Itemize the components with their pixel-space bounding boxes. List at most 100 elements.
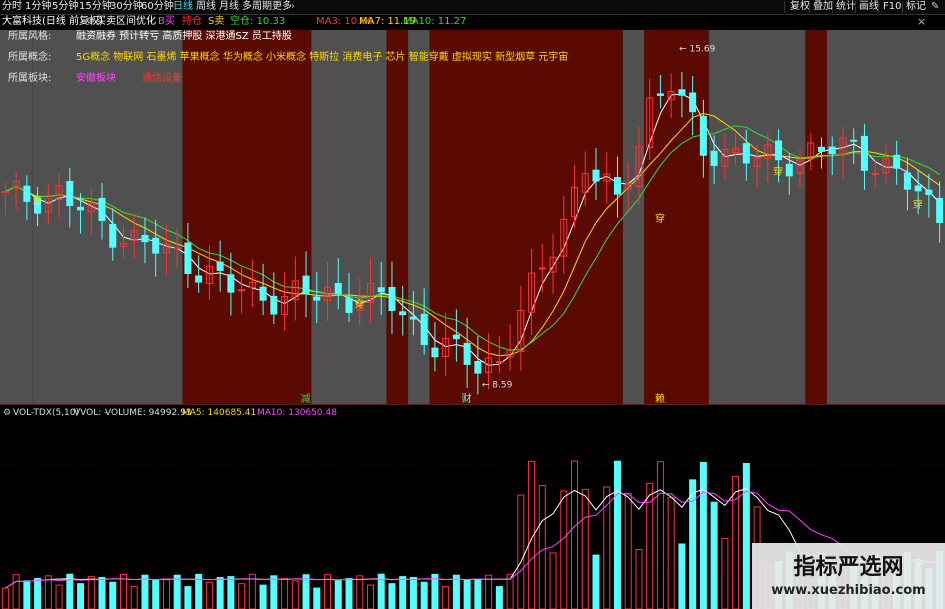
empty-position-label: 空仓: 10.33	[230, 16, 286, 27]
candle-body	[98, 197, 106, 221]
candle-body	[377, 287, 385, 293]
candle-body	[538, 267, 546, 270]
style-label: 所属风格:	[8, 31, 52, 42]
volume-bar	[474, 579, 482, 609]
zone-band-11	[826, 30, 945, 404]
candle-body	[23, 185, 31, 202]
candle-body	[152, 237, 160, 254]
style-value: 融资融券 预计转亏 高质押股 深港通SZ 员工持股	[76, 31, 292, 42]
event-mark-2: 赖	[655, 393, 665, 405]
volume-bar	[431, 573, 439, 609]
draw-line-button[interactable]: 画线	[859, 0, 879, 14]
volume-bar	[227, 576, 235, 609]
zone-band-9	[708, 30, 806, 404]
period-daily[interactable]: 日线	[173, 0, 193, 14]
candle-body	[785, 163, 793, 177]
low-price-label: ← 8.59	[482, 381, 513, 391]
zone-band-3	[311, 30, 387, 404]
volume-bar	[184, 586, 192, 609]
volume-bar	[109, 581, 117, 609]
period-weekly[interactable]: 周线	[196, 0, 216, 14]
volume-bar	[23, 580, 31, 609]
zone-band-2	[182, 30, 312, 404]
indicator-info-bar: 大富科技(日线 前复权) ⚙ 买卖区间优化 B买 持仓 S卖 空仓: 10.33…	[0, 15, 945, 29]
vol-indicator-name[interactable]: VOL-TDX(5,10)	[13, 407, 79, 419]
mark-button[interactable]: 标记	[906, 0, 926, 14]
pen-tool-icon[interactable]: ✎	[931, 0, 939, 14]
event-mark-1: 财	[462, 392, 472, 405]
candle-body	[818, 146, 826, 152]
volume-bar	[613, 460, 621, 609]
zone-band-6	[429, 30, 623, 404]
candle-body	[903, 172, 911, 190]
period-30min[interactable]: 30分钟	[110, 0, 143, 14]
period-15min[interactable]: 15分钟	[79, 0, 112, 14]
volume-bar	[388, 583, 396, 609]
zone-band-10	[805, 30, 827, 404]
period-more[interactable]: 更多	[272, 0, 292, 14]
candle-body	[914, 185, 922, 192]
close-icon[interactable]: ×	[917, 15, 926, 29]
candle-body	[828, 146, 836, 155]
volume-bar	[141, 574, 149, 609]
watermark-url: www.xuezhibiao.com	[771, 583, 926, 598]
pierce-mark-1: 穿	[354, 297, 364, 310]
candle-body	[742, 143, 750, 164]
gear-icon[interactable]: ⚙	[86, 15, 95, 29]
sector-label: 所属板块:	[8, 73, 52, 84]
period-intraday[interactable]: 分时	[2, 0, 22, 14]
volume-bar	[34, 578, 42, 609]
volume-bar	[495, 586, 503, 609]
candle-body	[345, 297, 353, 313]
period-multi[interactable]: 多周期	[242, 0, 272, 14]
pierce-mark-0: 穿	[32, 193, 42, 206]
volume-bar	[699, 461, 707, 609]
candle-body	[399, 311, 407, 316]
period-1min[interactable]: 1分钟	[25, 0, 51, 14]
period-monthly[interactable]: 月线	[219, 0, 239, 14]
vvol-value: VVOL: -	[74, 408, 108, 418]
volume-bar	[302, 574, 310, 609]
sector-extra[interactable]: 通信设备	[142, 73, 182, 84]
candle-body	[313, 296, 321, 301]
period-60min[interactable]: 60分钟	[141, 0, 174, 14]
concept-value: 5G概念 物联网 石墨烯 苹果概念 华为概念 小米概念 特斯拉 消费电子 芯片 …	[76, 52, 569, 63]
more-caret-icon[interactable]: ›	[291, 0, 295, 14]
volume-bar	[77, 583, 85, 609]
candle-body	[613, 177, 621, 195]
candle-body	[495, 360, 503, 363]
candle-body	[109, 223, 117, 248]
volume-bar	[173, 574, 181, 609]
candle-body	[216, 261, 224, 271]
candle-body	[302, 275, 310, 295]
overlay-button[interactable]: 叠加	[813, 0, 833, 14]
concept-label: 所属概念:	[8, 52, 52, 63]
f10-button[interactable]: F10	[883, 0, 901, 14]
candle-body	[431, 347, 439, 358]
candle-body	[420, 313, 428, 345]
period-5min[interactable]: 5分钟	[52, 0, 78, 14]
candle-body	[238, 289, 246, 292]
volume-bar	[270, 575, 278, 609]
candle-body	[1, 190, 9, 193]
candle-body	[334, 282, 342, 295]
volume-bar	[152, 579, 160, 609]
formula-name[interactable]: 买卖区间优化	[96, 15, 156, 29]
sector-value[interactable]: 安徽板块	[76, 71, 142, 87]
candle-body	[936, 197, 944, 224]
candle-body	[871, 172, 879, 175]
restore-rights-button[interactable]: 复权	[790, 0, 810, 14]
volume-bar	[216, 577, 224, 609]
candle-body	[474, 360, 482, 374]
sector-row: 所属板块: 安徽板块 通信设备	[8, 71, 182, 87]
volume-bar	[313, 587, 321, 609]
volume-bar	[98, 577, 106, 609]
volume-bar	[334, 580, 342, 609]
candle-body	[710, 150, 718, 166]
candle-body	[141, 234, 149, 243]
candle-body	[452, 334, 460, 340]
statistics-button[interactable]: 统计	[836, 0, 856, 14]
candle-body	[409, 316, 417, 320]
vol-gear-icon[interactable]: ⚙	[3, 407, 11, 419]
volume-bar	[259, 584, 267, 609]
